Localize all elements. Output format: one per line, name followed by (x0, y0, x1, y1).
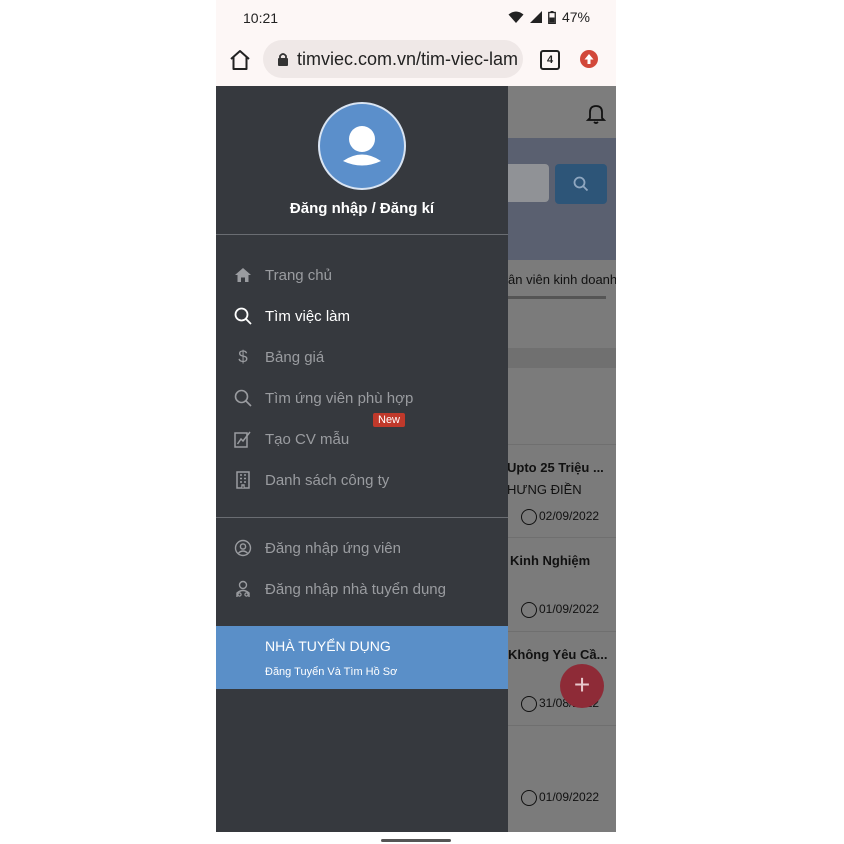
browser-toolbar: timviec.com.vn/tim-viec-lam 4 (216, 36, 616, 86)
menu-item-label: Đăng nhập nhà tuyển dụng (265, 580, 446, 598)
employer-title: NHÀ TUYỂN DỤNG (265, 638, 391, 654)
job-title: Kinh Nghiệm (510, 553, 591, 568)
menu-item-company-list[interactable]: Danh sách công ty (234, 466, 494, 494)
home-gesture-handle[interactable] (381, 839, 451, 842)
menu-item-home[interactable]: Trang chủ (234, 261, 494, 289)
menu-item-label: Tìm việc làm (265, 307, 351, 325)
home-icon[interactable] (228, 48, 252, 72)
page-header (508, 86, 616, 138)
system-nav-bar (216, 832, 616, 844)
breadcrumb: ân viên kinh doanh (508, 260, 616, 300)
divider (216, 234, 508, 235)
wifi-icon (508, 11, 524, 23)
menu-item-create-cv[interactable]: Tạo CV mẫu New (234, 413, 494, 453)
login-register-link[interactable]: Đăng nhập / Đăng kí (216, 200, 508, 217)
search-input[interactable] (508, 164, 549, 202)
dollar-icon: $ (238, 347, 248, 366)
job-card[interactable]: 01/09/2022 (508, 725, 616, 818)
clock-icon (521, 696, 537, 712)
search-button[interactable] (555, 164, 607, 204)
menu-item-candidate-login[interactable]: Đăng nhập ứng viên (234, 534, 494, 562)
menu-item-find-candidates[interactable]: Tìm ứng viên phù hợp (234, 384, 494, 412)
breadcrumb-text: ân viên kinh doanh (508, 272, 616, 287)
search-icon (234, 307, 252, 325)
avatar[interactable] (318, 102, 406, 190)
job-card[interactable]: Upto 25 Triệu ... HƯNG ĐIỀN 02/09/2022 (508, 444, 616, 537)
user-circle-icon (234, 539, 252, 557)
search-icon (573, 176, 589, 192)
signal-icon (529, 11, 542, 23)
employer-subtitle: Đăng Tuyển Và Tìm Hồ Sơ (265, 666, 398, 678)
job-title: Không Yêu Cầ... (508, 647, 608, 662)
address-bar[interactable]: timviec.com.vn/tim-viec-lam (263, 40, 523, 78)
building-icon (234, 471, 252, 489)
job-card[interactable]: Kinh Nghiệm 01/09/2022 (508, 537, 616, 630)
job-date: 01/09/2022 (539, 790, 600, 804)
status-time: 10:21 (243, 10, 279, 26)
page-background-dimmed: ân viên kinh doanh Upto 25 Triệu ... HƯN… (508, 86, 616, 832)
user-icon (343, 126, 381, 166)
job-company: HƯNG ĐIỀN (508, 482, 582, 497)
job-date: 01/09/2022 (539, 602, 600, 616)
clock-icon (521, 602, 537, 618)
tab-switcher-button[interactable]: 4 (540, 50, 560, 70)
battery-icon (548, 10, 556, 24)
menu-item-label: Bảng giá (265, 348, 325, 366)
clock-icon (521, 790, 537, 806)
new-badge: New (373, 413, 406, 427)
divider (216, 517, 508, 518)
status-icons: 47% (508, 9, 590, 25)
clock-icon (521, 509, 537, 525)
home-icon (234, 266, 252, 284)
search-icon (234, 389, 252, 407)
lock-icon (278, 53, 288, 66)
menu-item-pricing[interactable]: $ Bảng giá (234, 343, 494, 371)
divider (508, 348, 616, 368)
cv-edit-icon (234, 430, 252, 448)
menu-item-label: Trang chủ (265, 266, 332, 284)
menu-item-employer-login[interactable]: Đăng nhập nhà tuyển dụng (234, 575, 494, 603)
scroll-indicator (508, 296, 606, 299)
employer-icon (234, 580, 252, 598)
status-bar: 10:21 47% (216, 0, 616, 36)
phone-screen: 10:21 47% timviec.com.vn/tim-viec-lam 4 (216, 0, 616, 844)
battery-percent: 47% (561, 9, 590, 25)
job-title: Upto 25 Triệu ... (508, 460, 604, 475)
add-button[interactable]: + (560, 664, 604, 708)
menu-item-label: Danh sách công ty (265, 471, 390, 489)
update-button[interactable] (580, 50, 598, 68)
menu-item-label: Tìm ứng viên phù hợp (265, 389, 414, 407)
bell-icon[interactable] (584, 101, 608, 125)
side-drawer: Đăng nhập / Đăng kí Trang chủ Tìm việc l… (216, 86, 508, 832)
menu-item-label: Tạo CV mẫu (265, 430, 350, 448)
arrow-up-icon (584, 54, 594, 64)
url-text: timviec.com.vn/tim-viec-lam (297, 48, 519, 69)
menu-item-label: Đăng nhập ứng viên (265, 539, 401, 557)
menu-item-find-jobs[interactable]: Tìm việc làm (234, 302, 494, 330)
employer-banner[interactable]: NHÀ TUYỂN DỤNG Đăng Tuyển Và Tìm Hồ Sơ (216, 626, 508, 689)
job-date: 02/09/2022 (539, 509, 600, 523)
